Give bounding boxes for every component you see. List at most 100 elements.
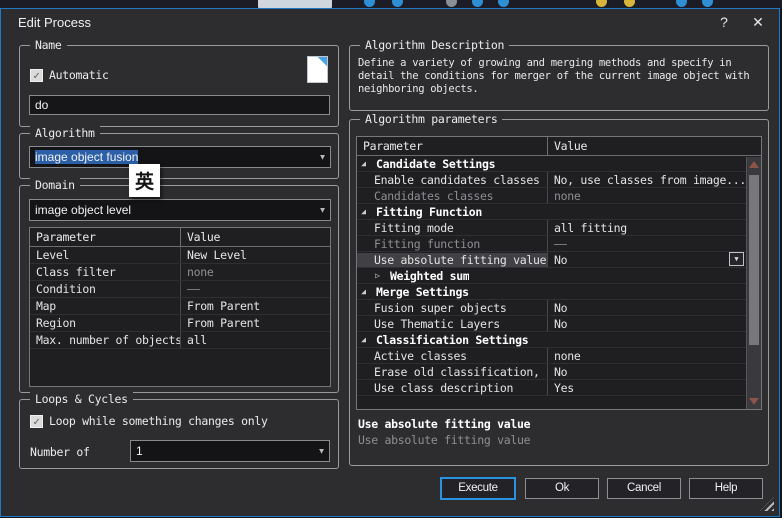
ok-button[interactable]: Ok xyxy=(525,478,599,499)
tree-expanded-icon[interactable]: ◢ xyxy=(357,335,370,344)
toolbar-icon xyxy=(364,0,375,7)
chevron-down-icon: ▼ xyxy=(320,206,325,215)
dialog-title: Edit Process xyxy=(18,15,91,30)
loop-checkbox-label: Loop while something changes only xyxy=(49,414,268,428)
scrollbar-thumb[interactable] xyxy=(749,175,759,345)
table-row[interactable]: Level New Level xyxy=(30,247,330,264)
param-cell: Use class description xyxy=(357,381,547,395)
number-of-select[interactable]: 1 ▼ xyxy=(130,440,330,462)
background-toolbar-button xyxy=(258,0,332,8)
table-row[interactable]: Map From Parent xyxy=(30,298,330,315)
value-cell: none xyxy=(548,349,581,363)
algorithm-description-group: Algorithm Description Define a variety o… xyxy=(349,45,769,111)
value-cell: From Parent xyxy=(181,299,260,313)
value-cell: From Parent xyxy=(181,316,260,330)
param-cell: Enable candidates classes xyxy=(357,173,547,187)
help-icon[interactable]: ? xyxy=(711,12,737,32)
algorithm-group-label: Algorithm xyxy=(30,126,100,140)
value-cell: No xyxy=(548,253,567,267)
tree-expanded-icon[interactable]: ◢ xyxy=(357,159,370,168)
param-cell: Max. number of objects xyxy=(30,333,180,347)
domain-parameter-table: Parameter Value Level New Level Class fi… xyxy=(29,227,331,387)
loop-checkbox[interactable]: ✓ xyxy=(30,415,43,428)
toolbar-icon xyxy=(702,0,713,7)
value-cell: —— xyxy=(548,237,567,251)
section-row[interactable]: ◢ Candidate Settings xyxy=(357,156,746,172)
chevron-down-icon: ▼ xyxy=(320,153,325,162)
table-row[interactable]: Fitting function —— xyxy=(357,236,746,252)
domain-selected-value: image object level xyxy=(35,203,131,217)
param-cell: Class filter xyxy=(30,265,180,279)
close-icon[interactable]: ✕ xyxy=(745,12,771,32)
table-row[interactable]: Condition —— xyxy=(30,281,330,298)
scroll-up-icon[interactable] xyxy=(749,161,759,168)
value-cell: No xyxy=(548,301,567,315)
toolbar-icon xyxy=(676,0,687,7)
column-header: Value xyxy=(547,137,761,155)
parameters-table: Parameter Value ◢ Candidate Settings Ena… xyxy=(356,136,762,410)
table-row[interactable]: Use class description Yes xyxy=(357,380,746,396)
execute-button[interactable]: Execute xyxy=(441,478,515,499)
section-row[interactable]: ◢ Fitting Function xyxy=(357,204,746,220)
param-cell: Use Thematic Layers xyxy=(357,317,547,331)
toolbar-icon xyxy=(392,0,403,7)
ime-language-indicator: 英 xyxy=(129,164,160,197)
parameters-group-label: Algorithm parameters xyxy=(360,112,502,126)
subsection-label: Weighted sum xyxy=(384,269,469,283)
param-cell: Level xyxy=(30,248,180,262)
vertical-scrollbar[interactable] xyxy=(746,157,761,409)
section-label: Candidate Settings xyxy=(370,157,495,171)
table-row[interactable]: Class filter none xyxy=(30,264,330,281)
table-row[interactable]: Fusion super objects No xyxy=(357,300,746,316)
loop-checkbox-row[interactable]: ✓ Loop while something changes only xyxy=(30,414,268,428)
automatic-checkbox-row[interactable]: ✓ Automatic xyxy=(30,68,109,82)
param-cell: Fitting mode xyxy=(357,221,547,235)
algorithm-group: Algorithm image object fusion ▼ xyxy=(19,133,339,179)
value-cell: No, use classes from image... xyxy=(548,173,746,187)
selected-parameter-description: Use absolute fitting value xyxy=(358,433,530,447)
value-cell: none xyxy=(181,265,214,279)
table-row[interactable]: Fitting mode all fitting xyxy=(357,220,746,236)
edit-process-dialog: Edit Process ? ✕ Name ✓ Automatic Algori… xyxy=(0,8,780,517)
table-row[interactable]: Region From Parent xyxy=(30,315,330,332)
value-cell: No xyxy=(548,365,567,379)
cancel-button[interactable]: Cancel xyxy=(607,478,681,499)
table-row[interactable]: Candidates classes none xyxy=(357,188,746,204)
resize-grip[interactable] xyxy=(760,497,774,511)
help-button[interactable]: Help xyxy=(689,478,763,499)
screen: Edit Process ? ✕ Name ✓ Automatic Algori… xyxy=(0,0,782,518)
table-row[interactable]: Erase old classification, i... No xyxy=(357,364,746,380)
new-document-icon[interactable] xyxy=(307,56,328,83)
section-label: Merge Settings xyxy=(370,285,469,299)
value-cell: all xyxy=(181,333,207,347)
column-header: Parameter xyxy=(357,139,547,153)
table-row[interactable]: Max. number of objects all xyxy=(30,332,330,349)
number-of-label: Number of xyxy=(30,445,90,459)
toolbar-icon xyxy=(596,0,607,7)
automatic-label: Automatic xyxy=(49,68,109,82)
value-dropdown-button[interactable]: ▼ xyxy=(729,252,744,266)
param-cell: Fitting function xyxy=(357,237,547,251)
section-row[interactable]: ◢ Merge Settings xyxy=(357,284,746,300)
process-name-input[interactable] xyxy=(29,95,330,115)
table-row[interactable]: Active classes none xyxy=(357,348,746,364)
section-label: Classification Settings xyxy=(370,333,528,347)
tree-expanded-icon[interactable]: ◢ xyxy=(357,207,370,216)
table-row[interactable]: Use Thematic Layers No xyxy=(357,316,746,332)
tree-collapsed-icon[interactable]: ▷ xyxy=(371,271,384,280)
selected-table-row[interactable]: Use absolute fitting value No ▼ xyxy=(357,252,746,268)
tree-expanded-icon[interactable]: ◢ xyxy=(357,287,370,296)
column-header: Value xyxy=(180,228,330,246)
param-cell: Region xyxy=(30,316,180,330)
automatic-checkbox[interactable]: ✓ xyxy=(30,69,43,82)
subsection-row[interactable]: ▷ Weighted sum xyxy=(357,268,746,284)
section-row[interactable]: ◢ Classification Settings xyxy=(357,332,746,348)
table-row[interactable]: Enable candidates classes No, use classe… xyxy=(357,172,746,188)
domain-select[interactable]: image object level ▼ xyxy=(29,199,331,221)
algorithm-select[interactable]: image object fusion ▼ xyxy=(29,146,331,168)
param-cell: Use absolute fitting value xyxy=(357,253,547,267)
value-cell: Yes xyxy=(548,381,574,395)
toolbar-icon xyxy=(472,0,483,7)
scroll-down-icon[interactable] xyxy=(749,398,759,405)
algorithm-parameters-group: Algorithm parameters Parameter Value ◢ C… xyxy=(349,119,769,466)
